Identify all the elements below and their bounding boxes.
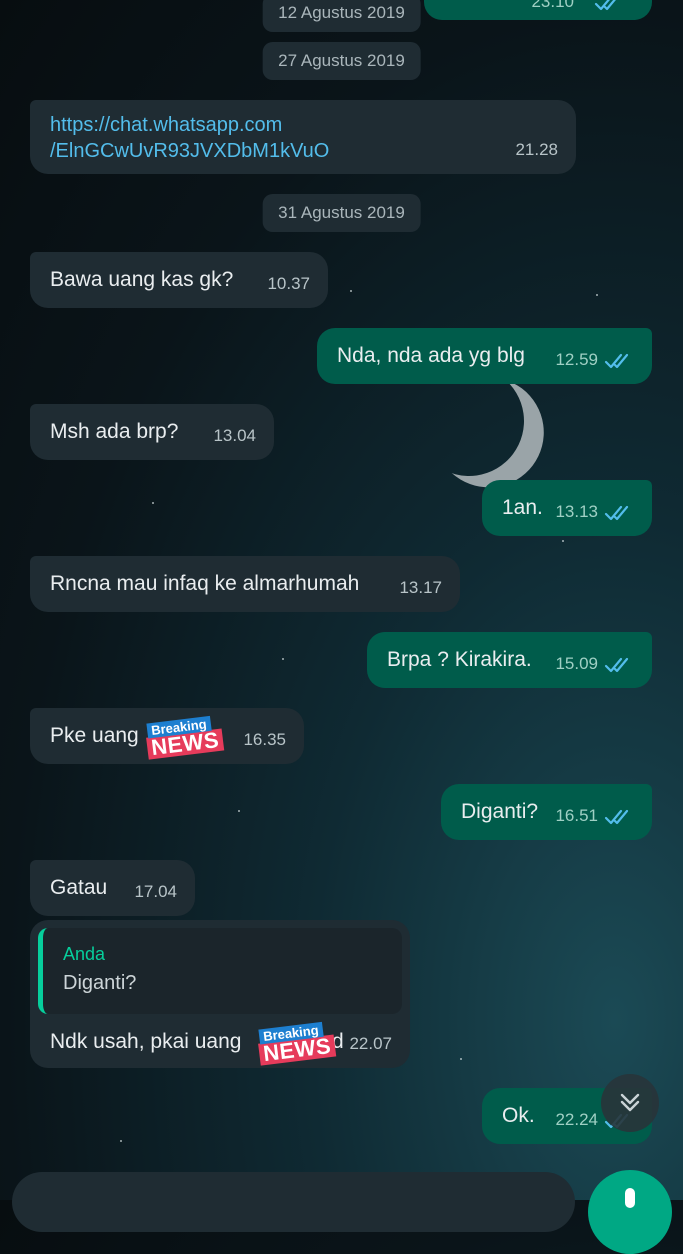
message-text: Bawa uang kas gk? bbox=[50, 268, 234, 291]
message-bubble-outgoing[interactable]: 1an. 13.13 bbox=[482, 480, 652, 536]
double-check-icon bbox=[604, 505, 629, 521]
breaking-news-sticker: Breaking NEWS bbox=[146, 710, 225, 760]
message-time: 10.37 bbox=[267, 274, 310, 293]
message-text: Gatau bbox=[50, 876, 108, 899]
background-star bbox=[350, 290, 352, 292]
double-check-icon bbox=[604, 809, 629, 825]
group-invite-link[interactable]: https://chat.whatsapp.com/ElnGCwUvR93JVX… bbox=[50, 112, 329, 164]
message-time: 17.04 bbox=[134, 882, 177, 901]
message-time: 13.13 bbox=[555, 502, 598, 521]
message-time: 13.04 bbox=[213, 426, 256, 445]
message-bubble-incoming[interactable]: Rncna mau infaq ke almarhumah 13.17 bbox=[30, 556, 460, 612]
message-text: Ndk usah, pkai uang bbox=[50, 1030, 242, 1053]
message-bubble-incoming[interactable]: https://chat.whatsapp.com/ElnGCwUvR93JVX… bbox=[30, 100, 576, 174]
message-bubble-outgoing-partial[interactable]: 23.10 bbox=[424, 0, 652, 20]
date-separator: 31 Agustus 2019 bbox=[262, 194, 421, 232]
background-star bbox=[238, 810, 240, 812]
message-time: 16.35 bbox=[243, 730, 286, 749]
background-star bbox=[120, 1140, 122, 1142]
message-time: 22.24 bbox=[555, 1110, 598, 1129]
double-check-icon bbox=[604, 353, 629, 369]
message-time: 12.59 bbox=[555, 350, 598, 369]
message-text: 1an. bbox=[502, 496, 543, 519]
date-separator: 27 Agustus 2019 bbox=[262, 42, 421, 80]
mic-icon bbox=[625, 1188, 635, 1208]
double-check-icon bbox=[604, 657, 629, 673]
background-star bbox=[562, 540, 564, 542]
message-bubble-incoming[interactable]: Msh ada brp? 13.04 bbox=[30, 404, 274, 460]
mic-button[interactable] bbox=[588, 1170, 672, 1254]
double-check-icon bbox=[594, 0, 616, 11]
background-star bbox=[152, 502, 154, 504]
background-star bbox=[596, 294, 598, 296]
message-text: Diganti? bbox=[461, 800, 539, 823]
message-text: Pke uang bbox=[50, 724, 139, 747]
message-time: 16.51 bbox=[555, 806, 598, 825]
message-text: Ok. bbox=[502, 1104, 535, 1127]
message-bubble-incoming-reply[interactable]: Anda Diganti? Ndk usah, pkai uang d Brea… bbox=[30, 920, 410, 1068]
quoted-sender: Anda bbox=[63, 944, 106, 964]
message-bubble-incoming[interactable]: Gatau 17.04 bbox=[30, 860, 195, 916]
message-bubble-outgoing[interactable]: Brpa ? Kirakira. 15.09 bbox=[367, 632, 652, 688]
message-bubble-outgoing[interactable]: Diganti? 16.51 bbox=[441, 784, 652, 840]
scroll-to-bottom-button[interactable] bbox=[601, 1074, 659, 1132]
message-time: 21.28 bbox=[515, 140, 558, 159]
date-separator: 12 Agustus 2019 bbox=[262, 0, 421, 32]
message-text: Brpa ? Kirakira. bbox=[387, 648, 532, 671]
background-star bbox=[460, 1058, 462, 1060]
background-star bbox=[282, 658, 284, 660]
message-bubble-outgoing[interactable]: Nda, nda ada yg blg 12.59 bbox=[317, 328, 652, 384]
message-bubble-incoming[interactable]: Bawa uang kas gk? 10.37 bbox=[30, 252, 328, 308]
breaking-news-sticker: Breaking NEWS bbox=[258, 1016, 337, 1066]
message-text: Msh ada brp? bbox=[50, 420, 179, 443]
message-text: Nda, nda ada yg blg bbox=[337, 344, 525, 367]
message-input-bar[interactable] bbox=[12, 1172, 575, 1232]
message-bubble-incoming[interactable]: Pke uang Breaking NEWS 16.35 bbox=[30, 708, 304, 764]
message-time: 15.09 bbox=[555, 654, 598, 673]
chevron-down-double-icon bbox=[620, 1093, 640, 1112]
quoted-message[interactable]: Anda Diganti? bbox=[38, 928, 402, 1014]
message-text: Rncna mau infaq ke almarhumah bbox=[50, 572, 360, 595]
message-time: 22.07 bbox=[349, 1034, 392, 1053]
quoted-text: Diganti? bbox=[63, 972, 137, 994]
message-time: 23.10 bbox=[531, 0, 574, 11]
message-time: 13.17 bbox=[399, 578, 442, 597]
